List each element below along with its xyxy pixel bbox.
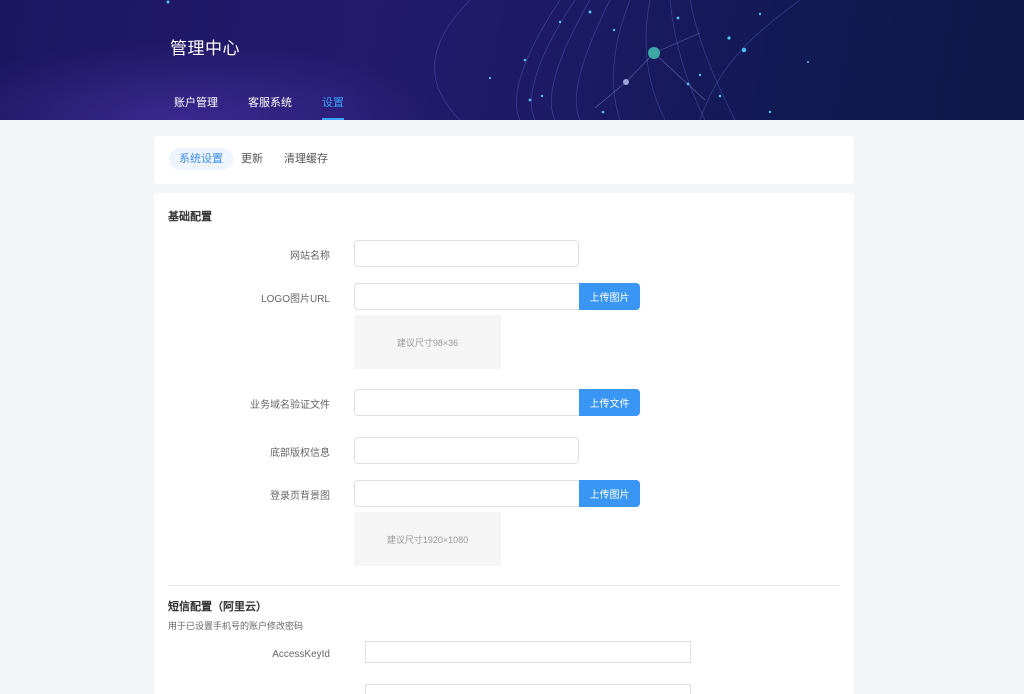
logo-url-label: LOGO图片URL <box>261 294 330 305</box>
section-title-sms: 短信配置（阿里云） <box>168 601 267 613</box>
access-key-secret-input[interactable] <box>365 684 691 694</box>
nav-item-settings[interactable]: 设置 <box>322 94 344 120</box>
upload-file-button[interactable]: 上传文件 <box>579 389 640 416</box>
site-name-label: 网站名称 <box>290 251 330 262</box>
tab-clear-cache[interactable]: 清理缓存 <box>284 148 328 170</box>
top-header: 管理中心 账户管理 客服系统 设置 <box>0 0 1024 120</box>
copyright-input[interactable] <box>354 437 579 464</box>
logo-url-input[interactable] <box>354 283 580 310</box>
tab-update[interactable]: 更新 <box>241 148 263 170</box>
logo-preview: 建议尺寸98×36 <box>354 315 501 369</box>
login-bg-input[interactable] <box>354 480 580 507</box>
site-name-input[interactable] <box>354 240 579 267</box>
section-title-basic: 基础配置 <box>168 211 212 223</box>
upload-login-bg-button[interactable]: 上传图片 <box>579 480 640 507</box>
nav-item-account[interactable]: 账户管理 <box>174 94 218 120</box>
sms-description: 用于已设置手机号的账户修改密码 <box>168 621 304 631</box>
upload-logo-button[interactable]: 上传图片 <box>579 283 640 310</box>
domain-file-label: 业务域名验证文件 <box>250 400 330 411</box>
main-nav: 账户管理 客服系统 设置 <box>174 94 374 120</box>
domain-file-input[interactable] <box>354 389 580 416</box>
settings-tabs-card: 系统设置 更新 清理缓存 <box>154 136 854 184</box>
access-key-label: AccessKeyId <box>272 649 330 660</box>
access-key-input[interactable] <box>365 641 691 663</box>
login-bg-size-hint: 建议尺寸1920×1080 <box>386 534 469 545</box>
logo-size-hint: 建议尺寸98×36 <box>396 337 459 348</box>
tab-system-settings[interactable]: 系统设置 <box>169 148 233 170</box>
header-decoration <box>166 0 809 120</box>
app-title: 管理中心 <box>170 39 240 58</box>
settings-form-card: 基础配置 网站名称 LOGO图片URL 上传图片 建议尺寸98×36 业务域名验… <box>154 193 854 694</box>
login-bg-label: 登录页背景图 <box>270 491 330 502</box>
nav-item-customer-service[interactable]: 客服系统 <box>248 94 292 120</box>
login-bg-preview: 建议尺寸1920×1080 <box>354 512 501 566</box>
copyright-label: 底部版权信息 <box>270 448 330 459</box>
section-divider <box>168 585 840 586</box>
